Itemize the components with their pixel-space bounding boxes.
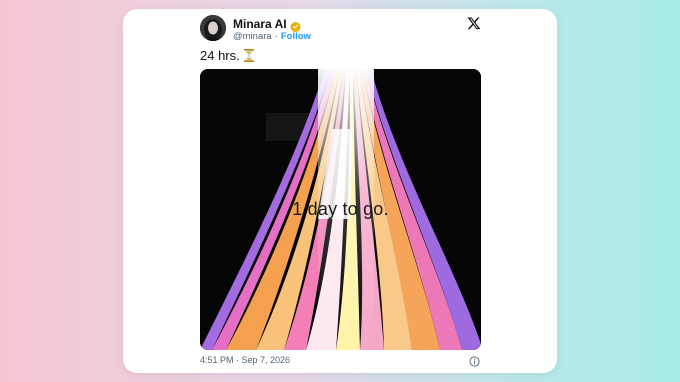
tweet-timestamp[interactable]: 4:51 PM · Sep 7, 2026 bbox=[200, 355, 290, 365]
follow-button[interactable]: Follow bbox=[281, 31, 311, 42]
author-name-row: Minara AI bbox=[233, 17, 301, 33]
avatar[interactable] bbox=[200, 15, 226, 41]
display-name[interactable]: Minara AI bbox=[233, 17, 287, 31]
media-caption: 1 day to go. bbox=[292, 199, 389, 219]
tweet-media-image[interactable]: 1 day to go. bbox=[200, 69, 481, 350]
x-logo-icon[interactable] bbox=[467, 16, 481, 30]
info-icon[interactable] bbox=[469, 354, 480, 367]
handle[interactable]: @minara bbox=[233, 31, 272, 42]
hourglass-icon bbox=[243, 49, 254, 62]
handle-row: @minara · Follow bbox=[233, 31, 311, 42]
separator-dot: · bbox=[274, 31, 278, 42]
tweet-body: 24 hrs. bbox=[200, 48, 240, 63]
verified-badge-icon bbox=[289, 19, 301, 33]
tweet-card: Minara AI @minara · Follow 24 hrs. 1 day… bbox=[123, 9, 557, 373]
tweet-text: 24 hrs. bbox=[200, 48, 254, 63]
